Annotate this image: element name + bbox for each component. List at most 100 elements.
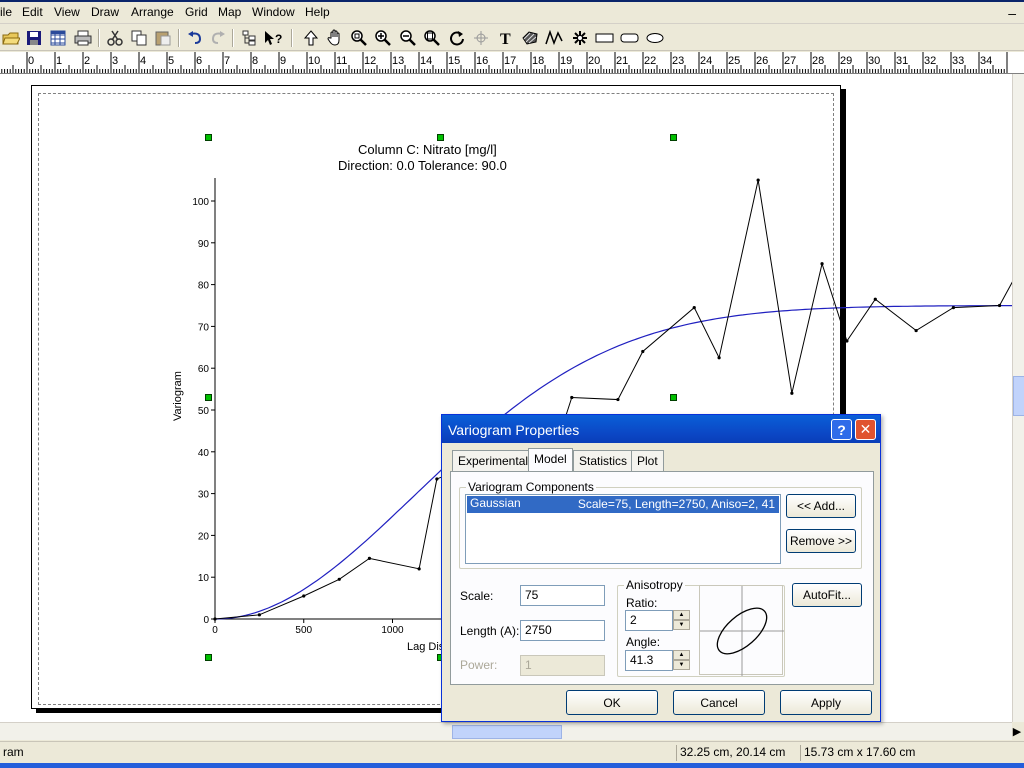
scroll-right-icon[interactable]: ▶	[1010, 725, 1024, 739]
menu-help[interactable]: Help	[305, 5, 330, 19]
ruler-label: 8	[252, 55, 258, 67]
cancel-button[interactable]: Cancel	[673, 690, 765, 715]
save-icon[interactable]	[24, 28, 44, 48]
selection-handle[interactable]	[205, 134, 212, 141]
angle-spinner[interactable]: ▲ ▼	[673, 650, 690, 671]
text-icon[interactable]: T	[496, 28, 516, 48]
ok-button[interactable]: OK	[566, 690, 658, 715]
vertical-scroll-thumb[interactable]	[1013, 376, 1024, 416]
ruler-label: 6	[196, 55, 202, 67]
paste-icon[interactable]	[153, 28, 173, 48]
ruler-label: 19	[560, 55, 572, 67]
select-arrow-icon[interactable]	[301, 28, 321, 48]
ellipse-icon[interactable]	[644, 28, 666, 48]
ruler-label: 32	[924, 55, 936, 67]
zoom-in-icon[interactable]	[373, 28, 393, 48]
whats-this-icon[interactable]: ?	[263, 28, 283, 48]
rounded-rectangle-icon[interactable]	[619, 28, 641, 48]
worksheet-icon[interactable]	[48, 28, 68, 48]
menu-map[interactable]: Map	[218, 5, 241, 19]
scale-input[interactable]: 75	[520, 585, 605, 606]
anisotropy-ellipse	[700, 586, 784, 676]
redraw-icon[interactable]	[447, 28, 467, 48]
vertical-scrollbar[interactable]	[1012, 74, 1024, 722]
copy-icon[interactable]	[129, 28, 149, 48]
angle-input[interactable]: 41.3	[625, 650, 673, 671]
print-icon[interactable]	[73, 28, 93, 48]
pan-hand-icon[interactable]	[325, 28, 345, 48]
menu-draw[interactable]: Draw	[91, 5, 119, 19]
polygon-icon[interactable]	[520, 28, 540, 48]
dialog-titlebar[interactable]: Variogram Properties ? ✕	[442, 415, 880, 443]
dialog-title: Variogram Properties	[448, 422, 580, 438]
tab-experimental[interactable]: Experimental	[452, 450, 535, 471]
ruler-label: 17	[504, 55, 516, 67]
undo-icon[interactable]	[185, 28, 205, 48]
selection-handle[interactable]	[670, 394, 677, 401]
apply-button[interactable]: Apply	[780, 690, 872, 715]
tab-statistics[interactable]: Statistics	[573, 450, 634, 471]
status-message: ram	[3, 745, 24, 759]
redo-icon[interactable]	[208, 28, 228, 48]
menu-grid[interactable]: Grid	[185, 5, 208, 19]
menu-edit[interactable]: Edit	[22, 5, 43, 19]
angle-label: Angle:	[626, 635, 661, 649]
cut-icon[interactable]	[105, 28, 125, 48]
ruler-label: 29	[840, 55, 852, 67]
ruler-label: 14	[420, 55, 432, 67]
menu-view[interactable]: View	[54, 5, 80, 19]
chart-subtitle: Direction: 0.0 Tolerance: 90.0	[338, 158, 507, 173]
menu-file[interactable]: ile	[0, 5, 12, 19]
symbol-icon[interactable]	[570, 28, 590, 48]
ruler-label: 26	[756, 55, 768, 67]
toolbar-separator	[178, 29, 180, 47]
group-label: Anisotropy	[624, 578, 685, 592]
selection-handle[interactable]	[437, 134, 444, 141]
ruler-label: 18	[532, 55, 544, 67]
component-row-gaussian[interactable]: Gaussian Scale=75, Length=2750, Aniso=2,…	[467, 496, 779, 513]
ratio-spinner[interactable]: ▲ ▼	[673, 610, 690, 631]
tab-model[interactable]: Model	[528, 448, 573, 472]
taskbar-strip	[0, 763, 1024, 768]
ratio-input[interactable]: 2	[625, 610, 673, 631]
menu-arrange[interactable]: Arrange	[131, 5, 174, 19]
svg-text:?: ?	[275, 32, 282, 46]
ruler-label: 7	[224, 55, 230, 67]
selection-handle[interactable]	[205, 394, 212, 401]
zoom-page-icon[interactable]	[422, 28, 442, 48]
spin-up-icon[interactable]: ▲	[673, 610, 690, 620]
selection-handle[interactable]	[670, 134, 677, 141]
components-list[interactable]: Gaussian Scale=75, Length=2750, Aniso=2,…	[465, 494, 781, 564]
svg-text:T: T	[500, 31, 511, 46]
spin-down-icon[interactable]: ▼	[673, 660, 690, 670]
digitize-icon[interactable]	[471, 28, 491, 48]
zoom-out-icon[interactable]	[398, 28, 418, 48]
spin-down-icon[interactable]: ▼	[673, 620, 690, 630]
add-component-button[interactable]: << Add...	[786, 494, 856, 518]
close-icon[interactable]: ✕	[855, 419, 876, 440]
horizontal-scroll-thumb[interactable]	[452, 725, 562, 739]
help-icon[interactable]: ?	[831, 419, 852, 440]
spin-up-icon[interactable]: ▲	[673, 650, 690, 660]
horizontal-ruler: 0 1 2 3 4 5 6 7 8 9 10 11 12 13 14 15 16 17 18 19 20 21 22 23 24…	[0, 52, 1024, 74]
autofit-button[interactable]: AutoFit...	[792, 583, 862, 607]
ruler-label: 15	[448, 55, 460, 67]
zoom-rectangle-icon[interactable]	[349, 28, 369, 48]
selection-handle[interactable]	[205, 654, 212, 661]
menu-window[interactable]: Window	[252, 5, 295, 19]
open-icon[interactable]	[1, 28, 21, 48]
remove-component-button[interactable]: Remove >>	[786, 529, 856, 553]
rectangle-icon[interactable]	[594, 28, 616, 48]
object-manager-icon[interactable]	[239, 28, 259, 48]
menu-bar: ile Edit View Draw Arrange Grid Map Wind…	[0, 2, 1024, 24]
minimize-button[interactable]: –	[1008, 5, 1016, 21]
ruler-label: 24	[700, 55, 712, 67]
tab-plot[interactable]: Plot	[631, 450, 664, 471]
horizontal-scrollbar[interactable]: ▶	[0, 722, 1021, 740]
polyline-icon[interactable]	[544, 28, 564, 48]
status-bar: ram 32.25 cm, 20.14 cm 15.73 cm x 17.60 …	[0, 741, 1024, 763]
chart-title: Column C: Nitrato [mg/l]	[358, 142, 497, 157]
length-input[interactable]: 2750	[520, 620, 605, 641]
ratio-label: Ratio:	[626, 596, 658, 610]
ruler-label: 27	[784, 55, 796, 67]
